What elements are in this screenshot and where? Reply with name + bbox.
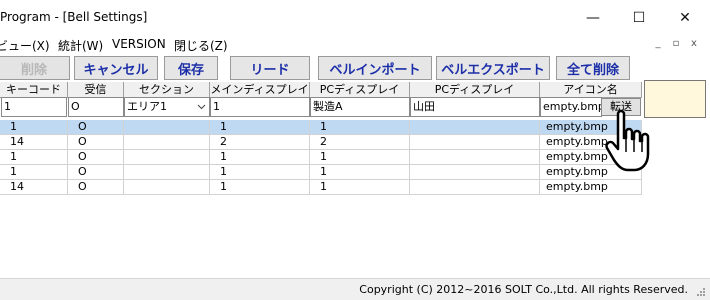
close-button[interactable]: ✕: [662, 0, 708, 36]
table-row[interactable]: 1 O 1 1 empty.bmp: [0, 120, 642, 135]
bell-export-button[interactable]: ベルエクスポート: [436, 56, 550, 80]
cancel-button[interactable]: キャンセル: [74, 56, 158, 80]
save-button[interactable]: 保存: [164, 56, 218, 80]
column-header-section[interactable]: セクション: [124, 82, 210, 98]
section-select[interactable]: エリア1: [124, 97, 210, 117]
mdi-minimize-button[interactable]: _: [652, 38, 664, 49]
cell-pc-display-2[interactable]: [410, 120, 540, 135]
cell-main-display[interactable]: 1: [210, 120, 310, 135]
chevron-down-icon: [197, 98, 206, 116]
column-header-pc-display-2[interactable]: PCディスプレイ: [410, 82, 540, 98]
menu-view[interactable]: ビュー(X): [0, 37, 50, 54]
cell-pc-display-2[interactable]: [410, 180, 540, 195]
column-header-keycode[interactable]: キーコード: [0, 82, 68, 98]
column-header-icon-name[interactable]: アイコン名: [540, 82, 642, 98]
cell-section[interactable]: [124, 120, 210, 135]
table-row[interactable]: 14 O 2 2 empty.bmp: [0, 135, 642, 150]
cell-section[interactable]: [124, 135, 210, 150]
cell-keycode[interactable]: 1: [0, 120, 68, 135]
main-display-input[interactable]: 1: [210, 97, 310, 117]
cell-icon-name[interactable]: empty.bmp: [540, 180, 642, 195]
cell-receive[interactable]: O: [68, 165, 124, 180]
pc-display-1-input[interactable]: 製造A: [310, 97, 410, 117]
cell-receive[interactable]: O: [68, 120, 124, 135]
cell-pc-display-2[interactable]: [410, 165, 540, 180]
cell-keycode[interactable]: 14: [0, 180, 68, 195]
cell-pc-display-1[interactable]: 1: [310, 150, 410, 165]
title-bar: Program - [Bell Settings] — ☐ ✕: [0, 0, 710, 36]
copyright-text: Copyright (C) 2012~2016 SOLT Co.,Ltd. Al…: [359, 283, 688, 296]
maximize-button[interactable]: ☐: [616, 0, 662, 36]
table-row[interactable]: 1 O 1 1 empty.bmp: [0, 150, 642, 165]
bell-import-button[interactable]: ベルインポート: [318, 56, 432, 80]
minimize-button[interactable]: —: [570, 0, 616, 36]
table-row[interactable]: 1 O 1 1 empty.bmp: [0, 165, 642, 180]
icon-name-input[interactable]: empty.bmp: [540, 97, 602, 117]
cell-section[interactable]: [124, 180, 210, 195]
toolbar: 削除 キャンセル 保存 リード ベルインポート ベルエクスポート 全て削除: [0, 54, 710, 82]
window-title: Program - [Bell Settings]: [0, 10, 148, 24]
hand-pointer-icon: [604, 108, 656, 174]
menu-version[interactable]: VERSION: [112, 37, 166, 51]
cell-receive[interactable]: O: [68, 150, 124, 165]
cell-keycode[interactable]: 1: [0, 165, 68, 180]
cell-receive[interactable]: O: [68, 135, 124, 150]
cell-main-display[interactable]: 2: [210, 135, 310, 150]
cell-receive[interactable]: O: [68, 180, 124, 195]
cell-main-display[interactable]: 1: [210, 150, 310, 165]
menu-bar: ビュー(X) 統計(W) VERSION 閉じる(Z) _ ▫ x: [0, 36, 710, 54]
cell-main-display[interactable]: 1: [210, 180, 310, 195]
resize-grip-icon[interactable]: [694, 285, 706, 297]
menu-statistics[interactable]: 統計(W): [58, 37, 103, 54]
delete-all-button[interactable]: 全て削除: [556, 56, 630, 80]
receive-input[interactable]: O: [68, 97, 124, 117]
cell-pc-display-1[interactable]: 1: [310, 180, 410, 195]
cell-main-display[interactable]: 1: [210, 165, 310, 180]
column-header-receive[interactable]: 受信: [68, 82, 124, 98]
column-header-pc-display-1[interactable]: PCディスプレイ: [310, 82, 410, 98]
mdi-close-button[interactable]: x: [688, 38, 700, 49]
pc-display-2-input[interactable]: 山田: [410, 97, 540, 117]
mdi-restore-button[interactable]: ▫: [670, 38, 682, 49]
column-header-main-display[interactable]: メインディスプレイ: [210, 82, 310, 98]
cell-keycode[interactable]: 14: [0, 135, 68, 150]
cell-pc-display-1[interactable]: 1: [310, 165, 410, 180]
cell-pc-display-2[interactable]: [410, 150, 540, 165]
cell-section[interactable]: [124, 165, 210, 180]
keycode-input[interactable]: 1: [1, 97, 67, 117]
cell-pc-display-1[interactable]: 2: [310, 135, 410, 150]
menu-close[interactable]: 閉じる(Z): [174, 37, 228, 54]
delete-button[interactable]: 削除: [0, 56, 70, 80]
section-select-value: エリア1: [127, 100, 167, 113]
entry-row: 1 O エリア1 1 製造A 山田 empty.bmp: [0, 97, 642, 117]
cell-keycode[interactable]: 1: [0, 150, 68, 165]
read-button[interactable]: リード: [230, 56, 310, 80]
cell-section[interactable]: [124, 150, 210, 165]
status-bar: Copyright (C) 2012~2016 SOLT Co.,Ltd. Al…: [0, 278, 710, 300]
cell-pc-display-2[interactable]: [410, 135, 540, 150]
cell-pc-display-1[interactable]: 1: [310, 120, 410, 135]
table-row[interactable]: 14 O 1 1 empty.bmp: [0, 180, 642, 195]
